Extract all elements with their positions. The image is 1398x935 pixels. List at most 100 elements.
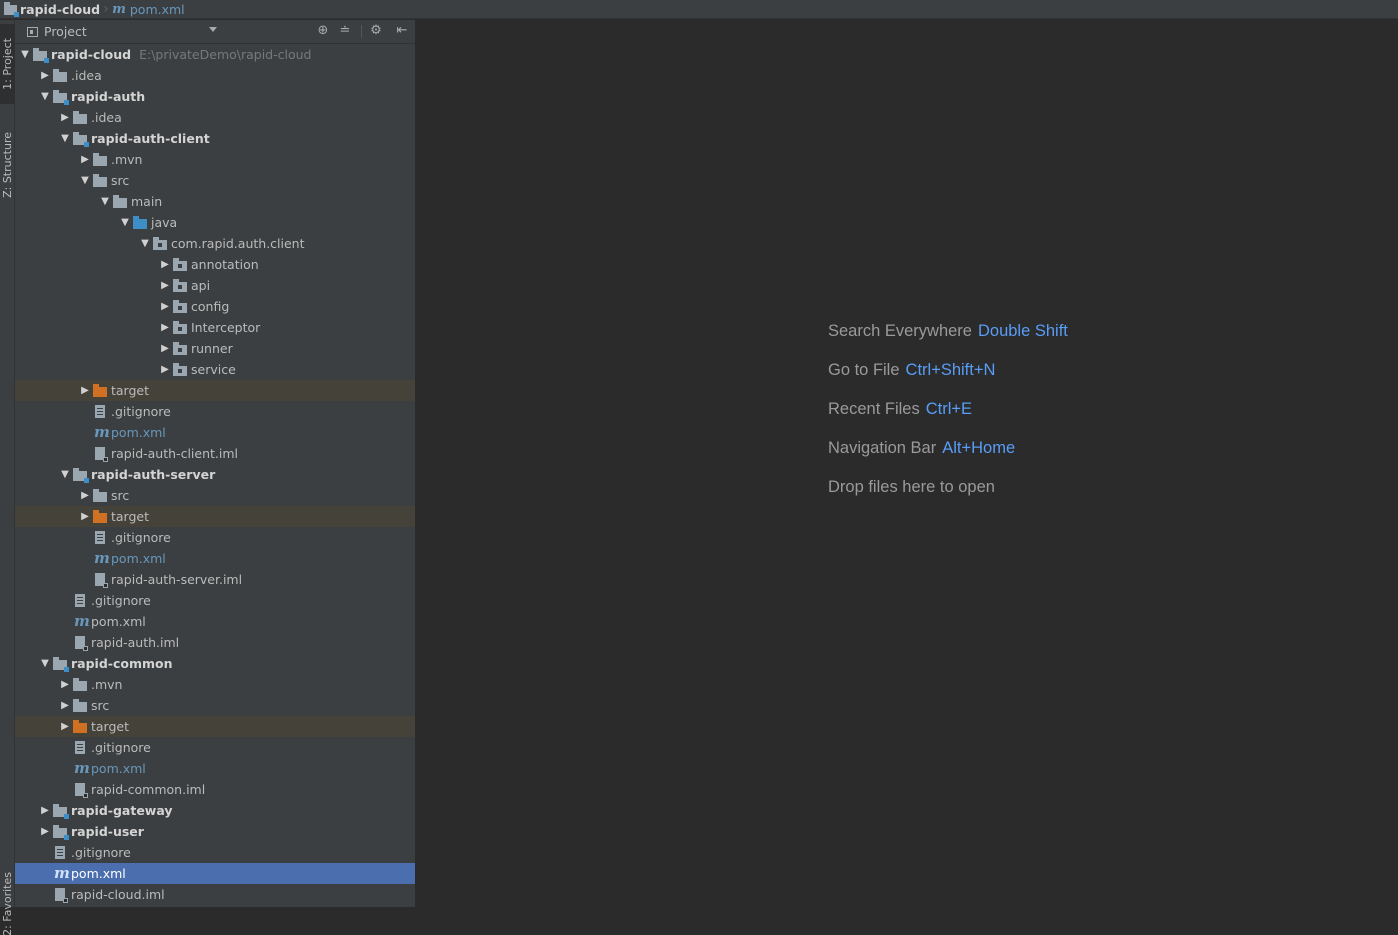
expand-arrow-down-icon[interactable]: ▼ xyxy=(117,212,133,233)
expand-arrow-right-icon[interactable]: ▶ xyxy=(57,716,73,737)
tree-item-label: .gitignore xyxy=(111,404,171,419)
structure-tool-window-button[interactable]: Z: Structure xyxy=(0,110,15,220)
chevron-down-icon[interactable] xyxy=(209,27,217,32)
tree-row[interactable]: ▼ rapid-cloud E:\privateDemo\rapid-cloud xyxy=(15,44,415,65)
tree-row[interactable]: ▼ src xyxy=(15,170,415,191)
tree-row[interactable]: ▶ src xyxy=(15,485,415,506)
tree-row[interactable]: ▶.gitignore xyxy=(15,842,415,863)
expand-arrow-right-icon[interactable]: ▶ xyxy=(157,254,173,275)
tree-row[interactable]: ▼ java xyxy=(15,212,415,233)
source-folder-icon xyxy=(133,212,151,233)
expand-arrow-right-icon[interactable]: ▶ xyxy=(37,65,53,86)
editor-hint-text: Navigation Bar xyxy=(828,439,937,457)
excluded-folder-icon xyxy=(93,506,111,527)
tree-item-label: main xyxy=(131,194,163,209)
tree-row[interactable]: ▶ runner xyxy=(15,338,415,359)
tree-row[interactable]: ▶ src xyxy=(15,695,415,716)
package-icon xyxy=(153,233,171,254)
gear-icon[interactable]: ⚙ xyxy=(369,24,383,38)
expand-arrow-right-icon[interactable]: ▶ xyxy=(57,674,73,695)
favorites-tool-window-button[interactable]: 2: Favorites xyxy=(0,872,15,935)
maven-file-icon: m xyxy=(74,612,90,630)
iml-file-icon xyxy=(73,632,91,653)
tree-row[interactable]: ▶.gitignore xyxy=(15,590,415,611)
breadcrumb-project[interactable]: rapid-cloud xyxy=(0,0,100,19)
expand-arrow-right-icon[interactable]: ▶ xyxy=(157,275,173,296)
tree-row[interactable]: ▶mpom.xml xyxy=(15,611,415,632)
tree-row[interactable]: ▶ .mvn xyxy=(15,149,415,170)
tree-row[interactable]: ▶.gitignore xyxy=(15,527,415,548)
project-view-selector[interactable]: Project xyxy=(44,24,87,39)
hide-panel-icon[interactable]: ⇤ xyxy=(395,24,409,38)
expand-arrow-down-icon[interactable]: ▼ xyxy=(37,653,53,674)
module-folder-icon xyxy=(73,464,91,485)
tree-row[interactable]: ▶mpom.xml xyxy=(15,548,415,569)
tree-row[interactable]: ▶ api xyxy=(15,275,415,296)
tree-row[interactable]: ▼ rapid-auth xyxy=(15,86,415,107)
tree-row[interactable]: ▶ .idea xyxy=(15,107,415,128)
tree-row[interactable]: ▶mpom.xml xyxy=(15,422,415,443)
expand-arrow-right-icon[interactable]: ▶ xyxy=(157,317,173,338)
expand-arrow-down-icon[interactable]: ▼ xyxy=(57,128,73,149)
expand-arrow-right-icon[interactable]: ▶ xyxy=(157,359,173,380)
tree-row[interactable]: ▶ target xyxy=(15,380,415,401)
tree-item-label: Interceptor xyxy=(191,320,261,335)
editor-empty-area[interactable]: Search Everywhere Double Shift Go to File C… xyxy=(416,20,1398,907)
project-tool-window-button[interactable]: 1: Project xyxy=(0,24,15,104)
tree-row[interactable]: ▶ rapid-user xyxy=(15,821,415,842)
tree-row[interactable]: ▶ target xyxy=(15,716,415,737)
expand-arrow-right-icon[interactable]: ▶ xyxy=(57,107,73,128)
tree-item-label: rapid-auth.iml xyxy=(91,635,180,650)
breadcrumb-file[interactable]: m pom.xml xyxy=(112,0,185,19)
expand-arrow-down-icon[interactable]: ▼ xyxy=(37,86,53,107)
tree-row[interactable]: ▶rapid-auth.iml xyxy=(15,632,415,653)
tree-row[interactable]: ▶.gitignore xyxy=(15,737,415,758)
tree-row[interactable]: ▶rapid-auth-client.iml xyxy=(15,443,415,464)
editor-hint: Navigation Bar Alt+Home xyxy=(828,439,1015,458)
expand-arrow-right-icon[interactable]: ▶ xyxy=(77,380,93,401)
tree-row[interactable]: ▼ com.rapid.auth.client xyxy=(15,233,415,254)
tree-row[interactable]: ▶rapid-common.iml xyxy=(15,779,415,800)
expand-arrow-right-icon[interactable]: ▶ xyxy=(157,296,173,317)
module-folder-icon xyxy=(53,653,71,674)
tree-row[interactable]: ▶ rapid-gateway xyxy=(15,800,415,821)
tree-row[interactable]: ▶mpom.xml xyxy=(15,758,415,779)
expand-arrow-down-icon[interactable]: ▼ xyxy=(97,191,113,212)
expand-arrow-down-icon[interactable]: ▼ xyxy=(57,464,73,485)
tree-item-label: runner xyxy=(191,341,233,356)
expand-arrow-right-icon[interactable]: ▶ xyxy=(37,800,53,821)
expand-arrow-down-icon[interactable]: ▼ xyxy=(77,170,93,191)
tree-row[interactable]: ▶ .mvn xyxy=(15,674,415,695)
gitignore-file-icon xyxy=(93,401,111,422)
tree-item-label: src xyxy=(91,698,110,713)
expand-arrow-down-icon[interactable]: ▼ xyxy=(137,233,153,254)
tree-item-label: rapid-common.iml xyxy=(91,782,206,797)
tree-row[interactable]: ▶mpom.xml xyxy=(15,863,415,884)
expand-arrow-down-icon[interactable]: ▼ xyxy=(17,44,33,65)
expand-arrow-right-icon[interactable]: ▶ xyxy=(157,338,173,359)
expand-arrow-right-icon[interactable]: ▶ xyxy=(37,821,53,842)
tree-row[interactable]: ▼ rapid-common xyxy=(15,653,415,674)
expand-arrow-right-icon[interactable]: ▶ xyxy=(77,506,93,527)
breadcrumb-project-label: rapid-cloud xyxy=(20,1,101,17)
expand-arrow-right-icon[interactable]: ▶ xyxy=(57,695,73,716)
tree-item-label: rapid-common xyxy=(71,656,173,671)
tree-row[interactable]: ▶ service xyxy=(15,359,415,380)
tree-row[interactable]: ▼ rapid-auth-server xyxy=(15,464,415,485)
collapse-all-icon[interactable]: ≐ xyxy=(338,24,352,38)
navigation-bar: rapid-cloud › m pom.xml xyxy=(0,0,1398,19)
tree-row[interactable]: ▶ .idea xyxy=(15,65,415,86)
tree-row[interactable]: ▶ target xyxy=(15,506,415,527)
tree-row[interactable]: ▶ Interceptor xyxy=(15,317,415,338)
expand-arrow-right-icon[interactable]: ▶ xyxy=(77,485,93,506)
tree-row[interactable]: ▶rapid-auth-server.iml xyxy=(15,569,415,590)
tree-row[interactable]: ▶.gitignore xyxy=(15,401,415,422)
gitignore-file-icon xyxy=(73,590,91,611)
tree-row[interactable]: ▼ main xyxy=(15,191,415,212)
scroll-from-source-icon[interactable]: ⊕ xyxy=(316,24,330,38)
tree-row[interactable]: ▶ annotation xyxy=(15,254,415,275)
tree-row[interactable]: ▶rapid-cloud.iml xyxy=(15,884,415,905)
tree-row[interactable]: ▼ rapid-auth-client xyxy=(15,128,415,149)
tree-row[interactable]: ▶ config xyxy=(15,296,415,317)
expand-arrow-right-icon[interactable]: ▶ xyxy=(77,149,93,170)
